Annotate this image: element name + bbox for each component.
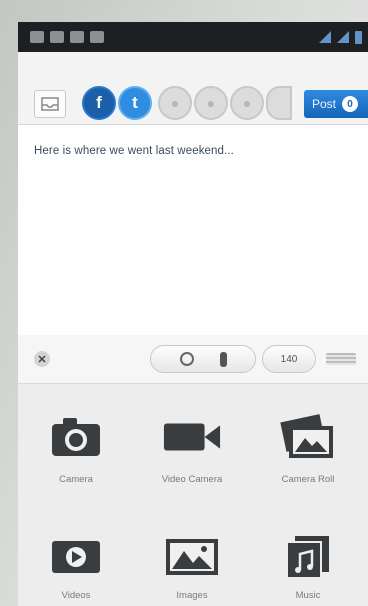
- videos-icon: [46, 534, 106, 580]
- inbox-button[interactable]: [34, 90, 66, 118]
- network-icon: ●: [170, 95, 180, 111]
- notification-icon: [70, 31, 84, 43]
- images-icon: [162, 534, 222, 580]
- phone-screen: f t ● ● ● Post 0 Here is where we went l…: [18, 22, 368, 606]
- media-item-label: Images: [176, 590, 208, 601]
- twitter-icon: t: [132, 93, 138, 112]
- post-button[interactable]: Post 0: [304, 90, 368, 118]
- network-toggle-inactive[interactable]: ●: [158, 86, 192, 120]
- location-attachment-toggle[interactable]: [150, 345, 256, 373]
- media-item-camera-roll[interactable]: Camera Roll: [250, 384, 366, 494]
- post-count-badge: 0: [342, 96, 359, 112]
- share-toolbar: f t ● ● ● Post 0: [18, 52, 368, 125]
- media-item-camera[interactable]: Camera: [18, 384, 134, 494]
- network-toggle-inactive[interactable]: ●: [230, 86, 264, 120]
- twitter-network-toggle[interactable]: t: [118, 86, 152, 120]
- status-bar: [18, 22, 368, 52]
- network-icon: ●: [242, 95, 252, 111]
- notification-icons: [18, 31, 104, 43]
- signal-icon: [319, 31, 331, 43]
- battery-icon: [355, 30, 362, 44]
- media-item-label: Camera Roll: [281, 474, 335, 485]
- notification-icon: [90, 31, 104, 43]
- system-icons: [319, 30, 368, 44]
- media-item-music[interactable]: Music: [250, 494, 366, 604]
- compose-message-text[interactable]: Here is where we went last weekend...: [34, 145, 234, 157]
- network-toggle-inactive[interactable]: [266, 86, 292, 120]
- wifi-icon: [337, 31, 349, 43]
- media-item-videos[interactable]: Videos: [18, 494, 134, 604]
- facebook-icon: f: [96, 93, 102, 112]
- notification-icon: [30, 31, 44, 43]
- facebook-network-toggle[interactable]: f: [82, 86, 116, 120]
- character-counter: 140: [262, 345, 316, 373]
- notification-icon: [50, 31, 64, 43]
- attachment-icon: [219, 351, 227, 367]
- video-camera-icon: [162, 414, 222, 460]
- camera-icon: [46, 414, 106, 460]
- media-item-label: Video Camera: [161, 474, 223, 485]
- media-item-images[interactable]: Images: [134, 494, 250, 604]
- close-icon[interactable]: ✕: [34, 351, 50, 367]
- network-icon: ●: [206, 95, 216, 111]
- location-icon: [179, 352, 194, 366]
- keyboard-icon[interactable]: [326, 353, 356, 365]
- media-item-label: Videos: [61, 590, 91, 601]
- compose-area[interactable]: Here is where we went last weekend...: [18, 125, 368, 335]
- media-item-label: Music: [295, 590, 321, 601]
- media-picker: Camera Video Camera Camera Roll Videos I…: [18, 383, 368, 606]
- camera-roll-icon: [278, 414, 338, 460]
- music-icon: [278, 534, 338, 580]
- media-item-label: Camera: [59, 474, 93, 485]
- post-button-label: Post: [312, 97, 337, 111]
- media-item-video-camera[interactable]: Video Camera: [134, 384, 250, 494]
- network-toggle-inactive[interactable]: ●: [194, 86, 228, 120]
- attachment-bar: ✕ 140: [18, 335, 368, 383]
- inbox-icon: [41, 97, 59, 111]
